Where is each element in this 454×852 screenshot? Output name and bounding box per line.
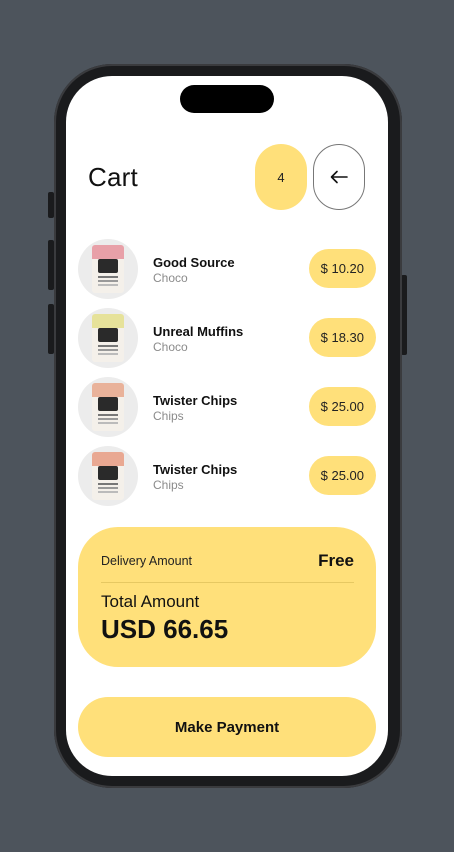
product-pack: [92, 245, 124, 293]
item-name: Twister Chips: [153, 462, 238, 477]
product-pack: [92, 314, 124, 362]
pack-text-lines: [98, 345, 118, 347]
dynamic-island: [180, 85, 274, 113]
cart-item[interactable]: Twister Chips Chips $ 25.00: [78, 446, 376, 506]
product-pack: [92, 452, 124, 500]
item-category: Choco: [153, 340, 188, 354]
make-payment-button[interactable]: Make Payment: [78, 697, 376, 757]
product-pack: [92, 383, 124, 431]
back-button[interactable]: [313, 144, 365, 210]
item-price: $ 10.20: [308, 249, 376, 288]
delivery-label: Delivery Amount: [101, 554, 193, 568]
item-category: Chips: [153, 409, 184, 423]
cart-item-list: Good Source Choco $ 10.20 Unreal Muffins…: [78, 239, 376, 515]
cart-item[interactable]: Twister Chips Chips $ 25.00: [78, 377, 376, 437]
summary-divider: [101, 582, 354, 583]
item-price: $ 25.00: [308, 387, 376, 426]
pack-text-lines: [98, 483, 118, 485]
total-label: Total Amount: [101, 592, 200, 611]
product-image: [78, 446, 138, 506]
pack-band: [92, 314, 124, 328]
product-image: [78, 308, 138, 368]
product-image: [78, 239, 138, 299]
page-title: Cart: [88, 162, 138, 192]
item-category: Chips: [153, 478, 184, 492]
item-name: Good Source: [153, 255, 235, 270]
delivery-value: Free: [318, 551, 354, 570]
pack-band: [92, 383, 124, 397]
item-price: $ 18.30: [308, 318, 376, 357]
cart-item[interactable]: Good Source Choco $ 10.20: [78, 239, 376, 299]
cart-count-badge: 4: [255, 144, 307, 210]
arrow-left-icon: [330, 170, 348, 184]
item-name: Twister Chips: [153, 393, 238, 408]
item-name: Unreal Muffins: [153, 324, 244, 339]
pack-text-lines: [98, 276, 118, 278]
item-price: $ 25.00: [308, 456, 376, 495]
item-category: Choco: [153, 271, 188, 285]
product-image: [78, 377, 138, 437]
cart-item[interactable]: Unreal Muffins Choco $ 18.30: [78, 308, 376, 368]
pack-band: [92, 452, 124, 466]
pack-logo: [98, 259, 118, 273]
pack-logo: [98, 328, 118, 342]
pack-logo: [98, 466, 118, 480]
phone-screen: Cart 4 Good Source Choco $ 10.20 Unreal …: [66, 76, 388, 776]
order-summary-card: Delivery Amount Free Total Amount USD 66…: [78, 527, 376, 667]
total-value: USD 66.65: [101, 614, 229, 644]
pack-band: [92, 245, 124, 259]
pack-logo: [98, 397, 118, 411]
pack-text-lines: [98, 414, 118, 416]
